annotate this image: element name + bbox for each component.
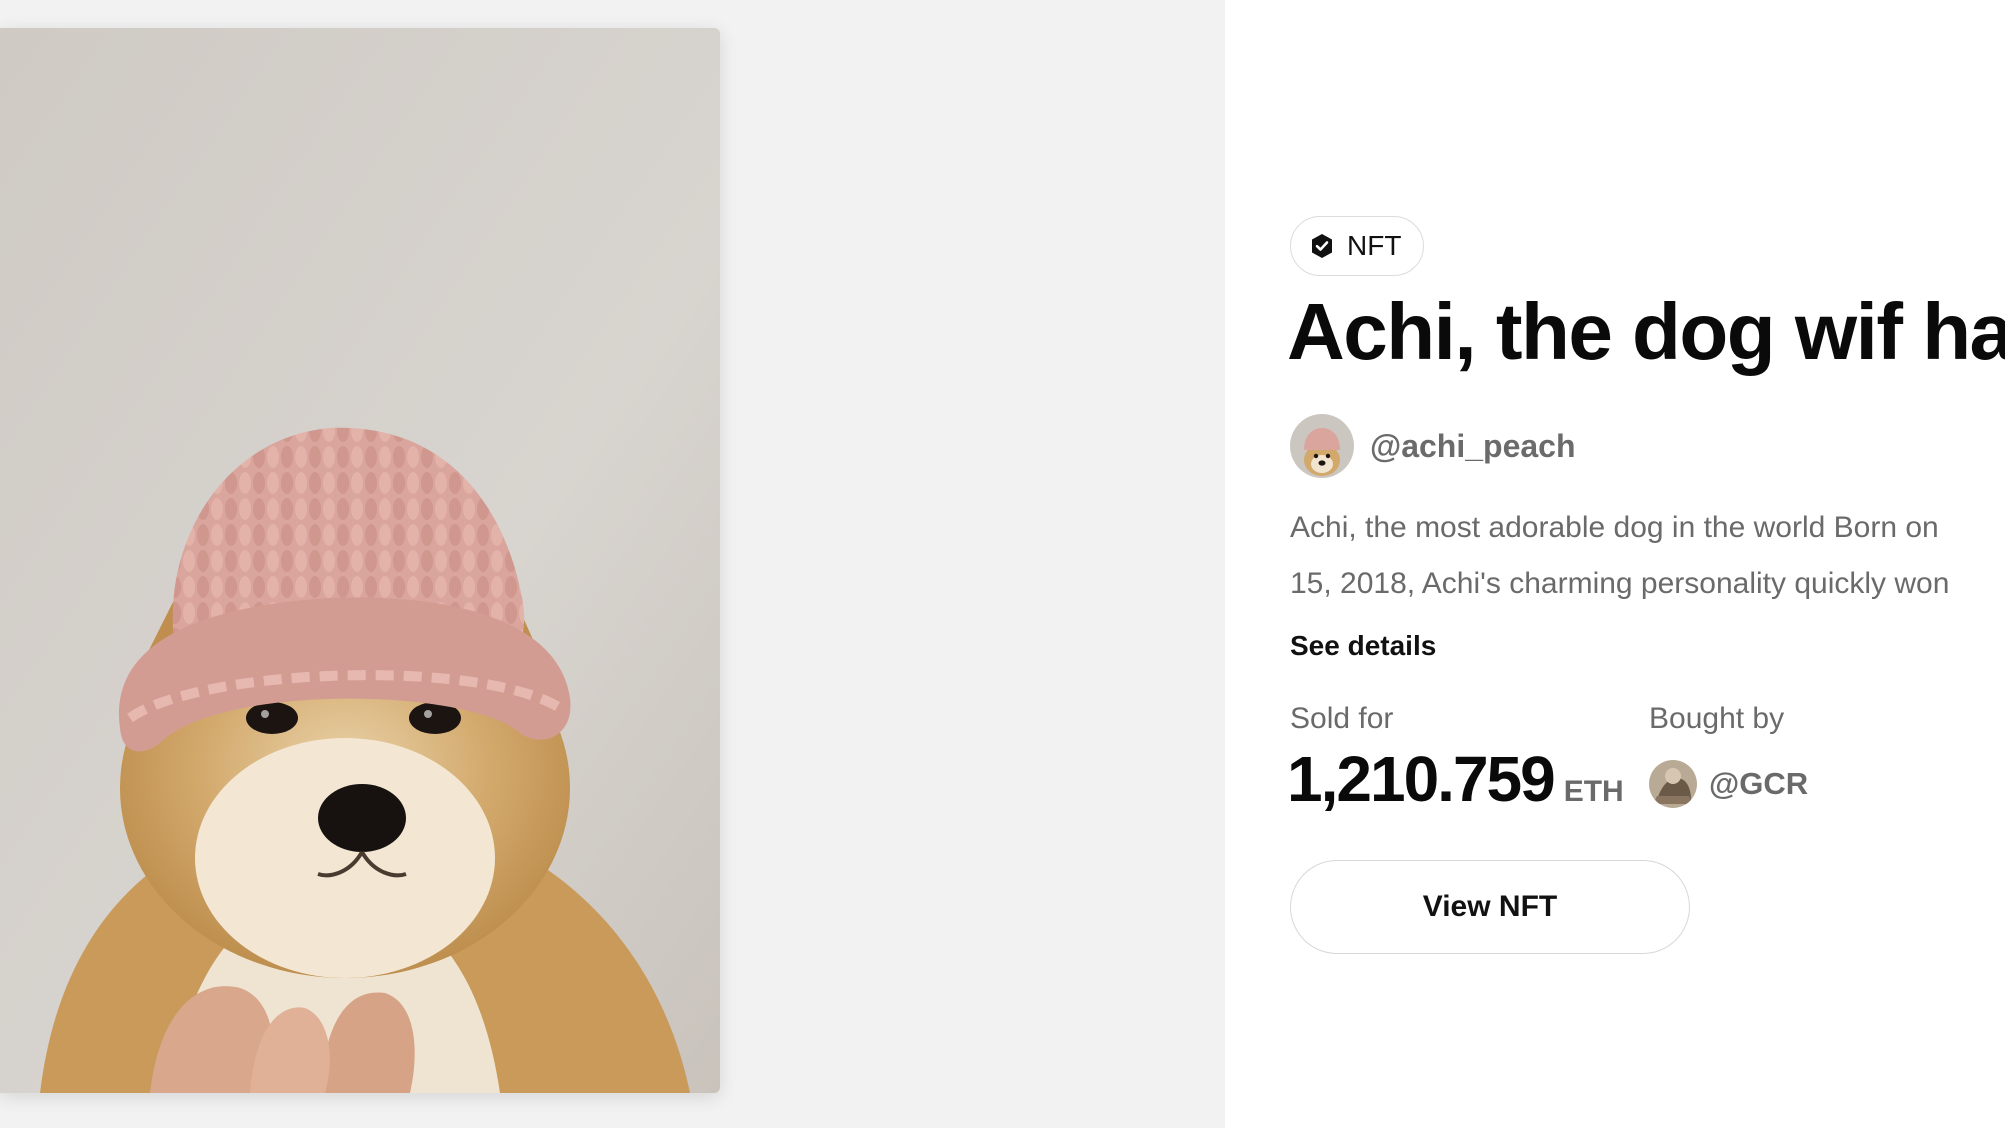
nft-badge-label: NFT: [1347, 230, 1402, 261]
description-line-2: 15, 2018, Achi's charming personality qu…: [1290, 567, 1950, 600]
sale-price: 1,210.759 ETH: [1287, 742, 1624, 816]
bought-by-label: Bought by: [1649, 702, 1785, 735]
nft-media-panel: [0, 0, 1225, 1128]
buyer-avatar[interactable]: [1649, 760, 1697, 808]
view-nft-button[interactable]: View NFT: [1290, 860, 1690, 954]
nft-badge: NFT: [1290, 216, 1425, 276]
nft-image[interactable]: [0, 28, 720, 1093]
description-line-1: Achi, the most adorable dog in the world…: [1290, 511, 1939, 544]
price-currency: ETH: [1563, 775, 1624, 808]
verified-check-icon: [1312, 234, 1332, 258]
see-details-link[interactable]: See details: [1290, 630, 1436, 662]
buyer-avatar-image: [1649, 760, 1697, 808]
nft-title: Achi, the dog wif hat: [1287, 287, 2005, 376]
creator-avatar-image: [1290, 414, 1354, 478]
dog-wif-hat-illustration: [0, 28, 720, 1093]
price-value: 1,210.759: [1287, 743, 1556, 815]
creator-handle-link[interactable]: @achi_peach: [1370, 428, 1576, 465]
buyer-row[interactable]: @GCR: [1649, 760, 1808, 808]
nft-description: Achi, the most adorable dog in the world…: [1290, 500, 2005, 612]
buyer-handle-link[interactable]: @GCR: [1709, 766, 1808, 802]
creator-row[interactable]: @achi_peach: [1290, 414, 1576, 478]
nft-details-panel: NFT Achi, the dog wif hat @achi_peach Ac…: [1225, 0, 2005, 1128]
creator-avatar[interactable]: [1290, 414, 1354, 478]
sold-for-label: Sold for: [1290, 702, 1394, 735]
